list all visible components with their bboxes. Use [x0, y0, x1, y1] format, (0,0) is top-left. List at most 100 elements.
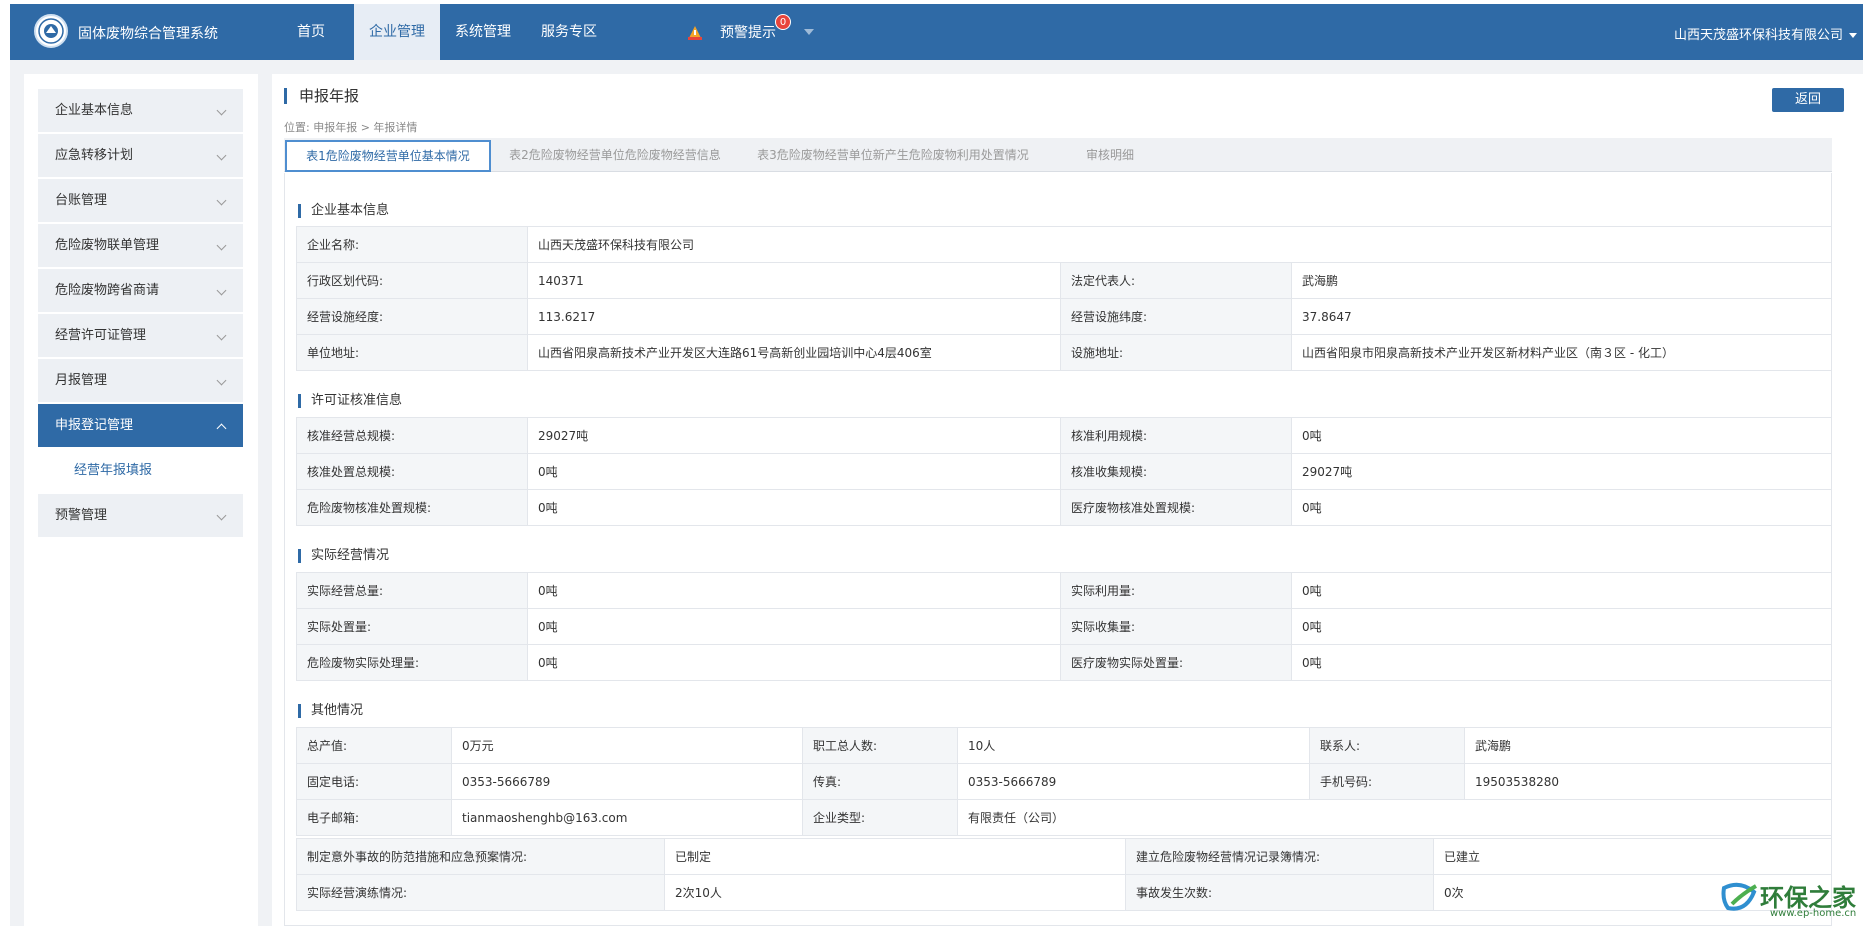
- table-row: 总产值: 0万元 职工总人数: 10人 联系人: 武海鹏: [296, 727, 1832, 764]
- license-table: 核准经营总规模: 29027吨 核准利用规模: 0吨 核准处置总规模: 0吨 核…: [296, 417, 1832, 526]
- table-row: 经营设施经度: 113.6217 经营设施纬度: 37.8647: [296, 298, 1833, 335]
- field-label: 固定电话:: [296, 763, 452, 800]
- sidebar-item-basic-info[interactable]: 企业基本信息: [38, 89, 243, 132]
- field-label: 手机号码:: [1309, 763, 1465, 800]
- back-button[interactable]: 返回: [1772, 88, 1844, 112]
- field-label: 实际经营总量:: [296, 572, 528, 609]
- field-value: 0吨: [527, 608, 1061, 645]
- alert-count-badge: 0: [775, 14, 791, 30]
- chevron-down-icon: [216, 240, 227, 251]
- field-label: 企业名称:: [296, 226, 528, 263]
- company-name-value: 山西天茂盛环保科技有限公司: [526, 226, 1833, 263]
- table-row: 实际处置量: 0吨 实际收集量: 0吨: [296, 608, 1832, 645]
- field-value: 0吨: [1291, 644, 1832, 681]
- field-value: 0吨: [527, 489, 1061, 526]
- nav-service[interactable]: 服务专区: [526, 4, 612, 60]
- longitude-value: 113.6217: [527, 298, 1061, 335]
- table-row: 实际经营总量: 0吨 实际利用量: 0吨: [296, 572, 1832, 609]
- field-label: 危险废物实际处理量:: [296, 644, 528, 681]
- chevron-down-icon: [216, 330, 227, 341]
- field-value: 0吨: [527, 453, 1061, 490]
- field-label: 核准利用规模:: [1060, 417, 1292, 454]
- chevron-up-icon: [216, 423, 227, 434]
- nav-enterprise[interactable]: 企业管理: [354, 4, 440, 60]
- sidebar-item-warning[interactable]: 预警管理: [38, 494, 243, 537]
- field-label: 总产值:: [296, 727, 452, 764]
- field-label: 实际处置量:: [296, 608, 528, 645]
- sidebar-item-license[interactable]: 经营许可证管理: [38, 314, 243, 357]
- table-row: 行政区划代码: 140371 法定代表人: 武海鹏: [296, 262, 1833, 299]
- tab-table1[interactable]: 表1危险废物经营单位基本情况: [285, 140, 491, 172]
- field-label: 职工总人数:: [802, 727, 958, 764]
- tab-audit[interactable]: 审核明细: [1060, 140, 1160, 172]
- field-label: 联系人:: [1309, 727, 1465, 764]
- address-value: 山西省阳泉高新技术产业开发区大连路61号高新创业园培训中心4层406室: [527, 334, 1061, 371]
- field-value: 有限责任（公司）: [957, 799, 1832, 836]
- field-label: 制定意外事故的防范措施和应急预案情况:: [296, 838, 665, 875]
- field-label: 法定代表人:: [1060, 262, 1292, 299]
- field-label: 设施地址:: [1060, 334, 1292, 371]
- chevron-down-icon: [216, 150, 227, 161]
- field-value: 0吨: [1291, 417, 1832, 454]
- sidebar-subitem-annual-report[interactable]: 经营年报填报: [38, 449, 243, 492]
- table-row: 核准经营总规模: 29027吨 核准利用规模: 0吨: [296, 417, 1832, 454]
- field-label: 单位地址:: [296, 334, 528, 371]
- alert-menu[interactable]: 预警提示 0: [686, 4, 814, 60]
- field-value: 0吨: [1291, 572, 1832, 609]
- field-value: 已制定: [664, 838, 1126, 875]
- section-title-actual: 实际经营情况: [298, 549, 389, 563]
- field-label: 经营设施纬度:: [1060, 298, 1292, 335]
- emblem-icon: [38, 18, 64, 44]
- sidebar-item-monthly-report[interactable]: 月报管理: [38, 359, 243, 402]
- field-value: 10人: [957, 727, 1310, 764]
- field-label: 医疗废物实际处置量:: [1060, 644, 1292, 681]
- alarm-icon: [688, 26, 702, 40]
- table-row: 危险废物核准处置规模: 0吨 医疗废物核准处置规模: 0吨: [296, 489, 1832, 526]
- table-row: 电子邮箱: tianmaoshenghb@163.com 企业类型: 有限责任（…: [296, 799, 1832, 836]
- sidebar-item-declaration[interactable]: 申报登记管理: [38, 404, 243, 447]
- chevron-down-icon: [216, 195, 227, 206]
- field-label: 实际利用量:: [1060, 572, 1292, 609]
- field-label: 建立危险废物经营情况记录簿情况:: [1125, 838, 1434, 875]
- user-company-menu[interactable]: 山西天茂盛环保科技有限公司: [1674, 24, 1857, 43]
- chevron-down-icon: [216, 510, 227, 521]
- sidebar-item-manifest[interactable]: 危险废物联单管理: [38, 224, 243, 267]
- section-title-license: 许可证核准信息: [298, 394, 402, 408]
- table-row: 固定电话: 0353-5666789 传真: 0353-5666789 手机号码…: [296, 763, 1832, 800]
- field-label: 实际经营演练情况:: [296, 874, 665, 911]
- field-value: 已建立: [1433, 838, 1832, 875]
- nav-home[interactable]: 首页: [268, 4, 354, 60]
- sidebar-item-cross-province[interactable]: 危险废物跨省商请: [38, 269, 243, 312]
- field-value: 0353-5666789: [451, 763, 803, 800]
- field-label: 核准收集规模:: [1060, 453, 1292, 490]
- field-value: 29027吨: [1291, 453, 1832, 490]
- tab-table2[interactable]: 表2危险废物经营单位危险废物经营信息: [502, 140, 728, 172]
- table-row: 危险废物实际处理量: 0吨 医疗废物实际处置量: 0吨: [296, 644, 1832, 681]
- breadcrumb: 位置: 申报年报 > 年报详情: [284, 121, 418, 134]
- section-title-basic: 企业基本信息: [298, 204, 389, 218]
- field-label: 行政区划代码:: [296, 262, 528, 299]
- sidebar-menu: 企业基本信息 应急转移计划 台账管理 危险废物联单管理 危险废物跨省商请 经营许…: [38, 89, 243, 539]
- user-company-name: 山西天茂盛环保科技有限公司: [1673, 28, 1843, 43]
- alert-label: 预警提示: [720, 25, 776, 41]
- field-value: 0吨: [1291, 489, 1832, 526]
- table-row: 企业名称: 山西天茂盛环保科技有限公司: [296, 226, 1833, 263]
- region-code-value: 140371: [527, 262, 1061, 299]
- field-value: 2次10人: [664, 874, 1126, 911]
- chevron-down-icon: [216, 105, 227, 116]
- tab-table3[interactable]: 表3危险废物经营单位新产生危险废物利用处置情况: [740, 140, 1046, 172]
- field-value: tianmaoshenghb@163.com: [451, 799, 803, 836]
- field-label: 核准经营总规模:: [296, 417, 528, 454]
- field-label: 电子邮箱:: [296, 799, 452, 836]
- sidebar-item-ledger[interactable]: 台账管理: [38, 179, 243, 222]
- field-label: 经营设施经度:: [296, 298, 528, 335]
- field-value: 0万元: [451, 727, 803, 764]
- field-label: 企业类型:: [802, 799, 958, 836]
- field-label: 医疗废物核准处置规模:: [1060, 489, 1292, 526]
- sidebar-item-emergency-plan[interactable]: 应急转移计划: [38, 134, 243, 177]
- other-info-table: 总产值: 0万元 职工总人数: 10人 联系人: 武海鹏 固定电话: 0353-…: [296, 727, 1832, 836]
- nav-system[interactable]: 系统管理: [440, 4, 526, 60]
- chevron-down-icon: [804, 29, 814, 35]
- table-row: 单位地址: 山西省阳泉高新技术产业开发区大连路61号高新创业园培训中心4层406…: [296, 334, 1833, 371]
- main-nav: 首页 企业管理 系统管理 服务专区: [268, 4, 612, 60]
